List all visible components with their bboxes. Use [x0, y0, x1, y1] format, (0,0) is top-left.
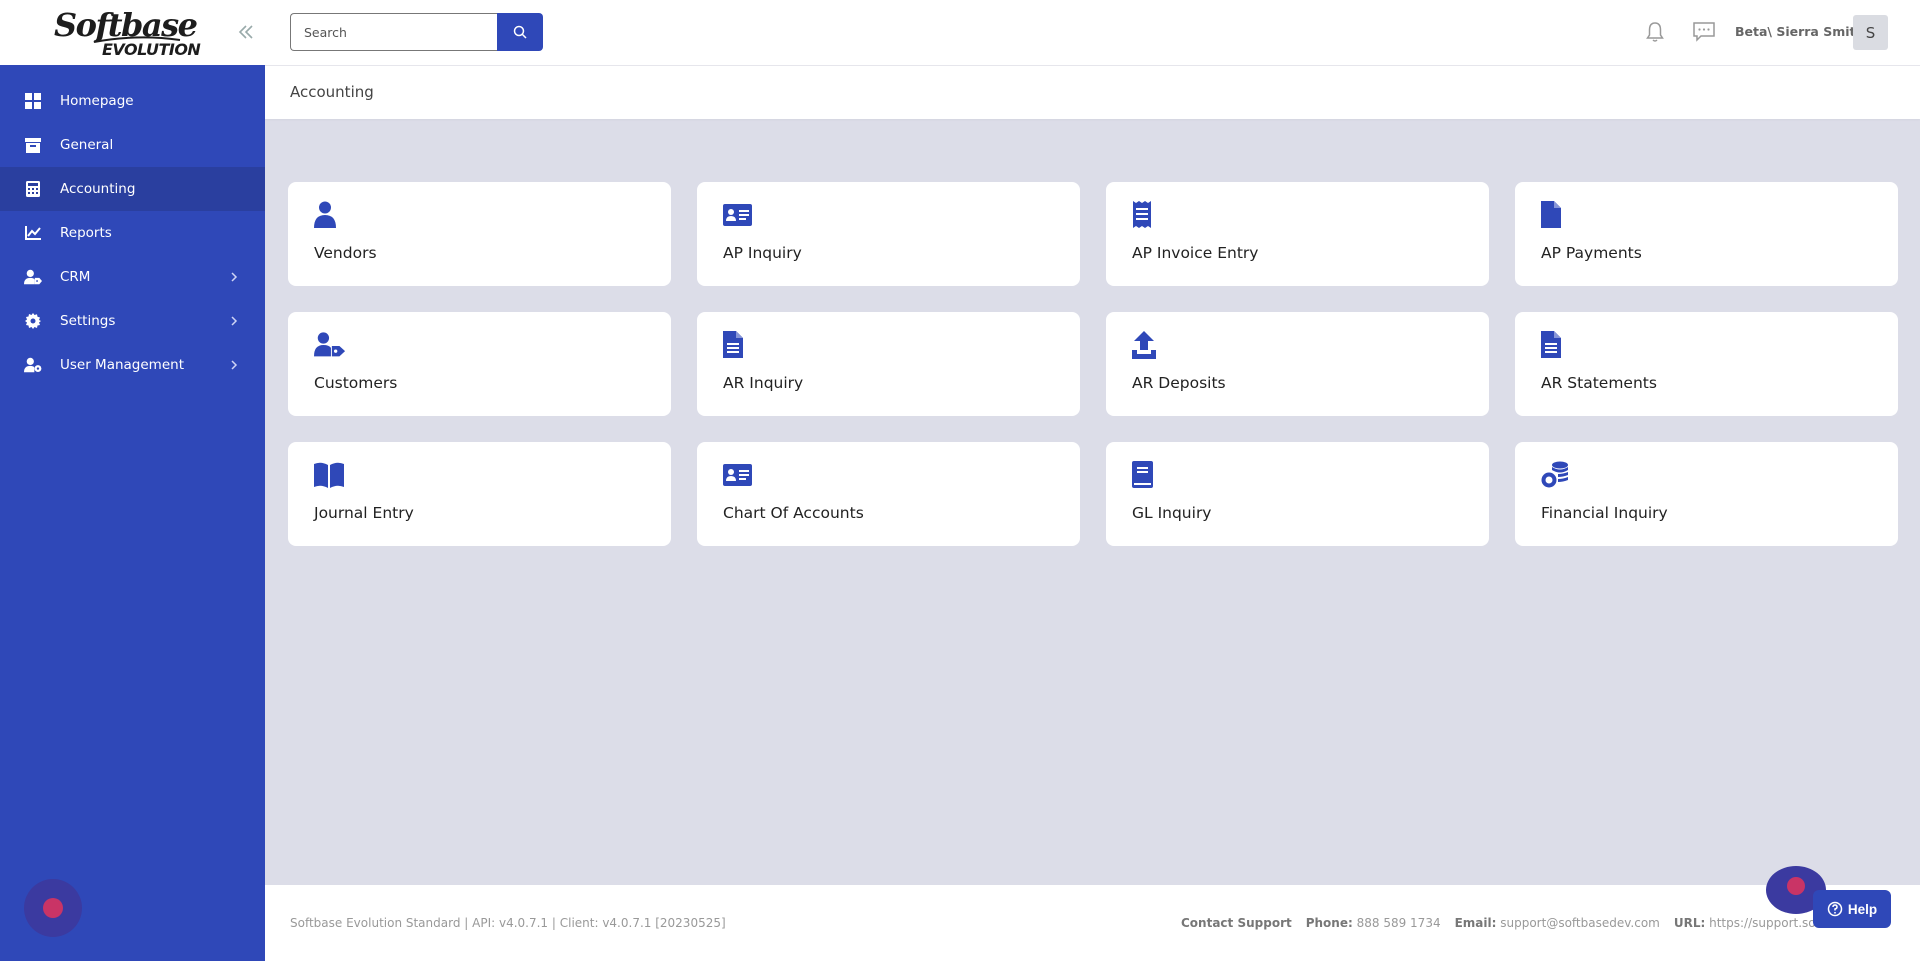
tile-label: AP Inquiry	[723, 244, 802, 262]
tile-label: AP Payments	[1541, 244, 1642, 262]
tile-label: Chart Of Accounts	[723, 504, 864, 522]
tile-gl-inquiry[interactable]: GL Inquiry	[1106, 442, 1489, 546]
phone-number: 888 589 1734	[1356, 916, 1441, 930]
user-name[interactable]: Beta\ Sierra Smith	[1735, 24, 1864, 39]
accounting-tiles-grid: Vendors AP Inquiry AP Invoice Entry AP P…	[288, 182, 1898, 546]
file-icon	[1541, 201, 1561, 228]
logo-line-2: EVOLUTION	[102, 40, 201, 59]
tile-ap-inquiry[interactable]: AP Inquiry	[697, 182, 1080, 286]
tile-label: Financial Inquiry	[1541, 504, 1668, 522]
tile-ar-inquiry[interactable]: AR Inquiry	[697, 312, 1080, 416]
help-label: Help	[1847, 901, 1878, 917]
tile-label: GL Inquiry	[1132, 504, 1212, 522]
chat-indicator-icon	[43, 898, 63, 918]
file-lines-icon	[1541, 331, 1561, 358]
breadcrumb: Accounting	[265, 66, 1920, 119]
question-circle-icon	[1827, 901, 1843, 917]
user-gear-icon	[24, 356, 42, 374]
sidebar-item-label: Reports	[60, 225, 112, 241]
coins-icon	[1541, 461, 1568, 488]
receipt-icon	[1133, 201, 1151, 228]
id-card-icon	[723, 464, 752, 486]
footer: Softbase Evolution Standard | API: v4.0.…	[265, 885, 1920, 961]
gear-icon	[24, 312, 42, 330]
sidebar-item-accounting[interactable]: Accounting	[0, 167, 265, 211]
sidebar-item-label: Accounting	[60, 181, 136, 197]
sidebar-item-general[interactable]: General	[0, 123, 265, 167]
tile-chart-of-accounts[interactable]: Chart Of Accounts	[697, 442, 1080, 546]
sidebar-item-reports[interactable]: Reports	[0, 211, 265, 255]
version-info: Softbase Evolution Standard | API: v4.0.…	[290, 916, 726, 930]
top-header: Beta\ Sierra Smith S	[265, 0, 1920, 66]
tile-label: Vendors	[314, 244, 377, 262]
book-icon	[1132, 461, 1153, 488]
sidebar-item-label: Settings	[60, 313, 116, 329]
chevron-right-icon	[231, 316, 238, 326]
help-button[interactable]: Help	[1813, 890, 1891, 928]
sidebar-nav: Homepage General Accounting Reports CRM	[0, 65, 265, 387]
sidebar-item-label: General	[60, 137, 114, 153]
softbase-logo[interactable]: Softbase EVOLUTION	[54, 8, 204, 60]
archive-icon	[24, 136, 42, 154]
chevron-right-icon	[231, 272, 238, 282]
tile-journal-entry[interactable]: Journal Entry	[288, 442, 671, 546]
support-email[interactable]: support@softbasedev.com	[1500, 916, 1660, 930]
avatar-initial: S	[1865, 23, 1876, 42]
tile-label: Customers	[314, 374, 398, 392]
sidebar-item-user-management[interactable]: User Management	[0, 343, 265, 387]
tile-ar-deposits[interactable]: AR Deposits	[1106, 312, 1489, 416]
tile-financial-inquiry[interactable]: Financial Inquiry	[1515, 442, 1898, 546]
user-tag-icon	[314, 332, 346, 357]
email-label: Email:	[1454, 916, 1497, 930]
support-info: Contact Support Phone: 888 589 1734 Email:…	[1181, 916, 1853, 930]
url-label: URL:	[1673, 916, 1706, 930]
tile-ap-invoice-entry[interactable]: AP Invoice Entry	[1106, 182, 1489, 286]
sidebar-item-settings[interactable]: Settings	[0, 299, 265, 343]
search-icon	[513, 25, 527, 39]
tile-label: AR Statements	[1541, 374, 1657, 392]
user-icon	[314, 201, 336, 228]
grid-icon	[24, 92, 42, 110]
tile-label: AP Invoice Entry	[1132, 244, 1259, 262]
tile-label: Journal Entry	[314, 504, 414, 522]
id-card-icon	[723, 204, 752, 226]
sidebar-item-label: Homepage	[60, 93, 134, 109]
avatar[interactable]: S	[1853, 15, 1888, 50]
phone-label: Phone:	[1305, 916, 1353, 930]
chat-indicator-icon	[1787, 877, 1805, 895]
collapse-sidebar-icon[interactable]	[236, 22, 256, 42]
tile-label: AR Deposits	[1132, 374, 1226, 392]
notification-bell-icon[interactable]	[1644, 21, 1666, 43]
user-tag-icon	[24, 268, 42, 286]
upload-icon	[1132, 331, 1156, 359]
tile-vendors[interactable]: Vendors	[288, 182, 671, 286]
messages-icon[interactable]	[1692, 21, 1716, 43]
file-lines-icon	[723, 331, 743, 358]
tile-label: AR Inquiry	[723, 374, 804, 392]
book-open-icon	[314, 462, 344, 488]
sidebar-item-crm[interactable]: CRM	[0, 255, 265, 299]
contact-support-label: Contact Support	[1181, 916, 1292, 930]
tile-ar-statements[interactable]: AR Statements	[1515, 312, 1898, 416]
search-button[interactable]	[497, 13, 543, 51]
page-title: Accounting	[290, 83, 374, 101]
chart-line-icon	[24, 224, 42, 242]
chevron-right-icon	[231, 360, 238, 370]
sidebar: Softbase EVOLUTION Homepage General Acco…	[0, 0, 265, 961]
search-input[interactable]	[290, 13, 498, 51]
tile-ap-payments[interactable]: AP Payments	[1515, 182, 1898, 286]
sidebar-item-homepage[interactable]: Homepage	[0, 79, 265, 123]
logo-area: Softbase EVOLUTION	[0, 0, 265, 65]
chat-widget-button[interactable]	[24, 879, 82, 937]
calculator-icon	[24, 180, 42, 198]
sidebar-item-label: CRM	[60, 269, 91, 285]
sidebar-item-label: User Management	[60, 357, 184, 373]
tile-customers[interactable]: Customers	[288, 312, 671, 416]
